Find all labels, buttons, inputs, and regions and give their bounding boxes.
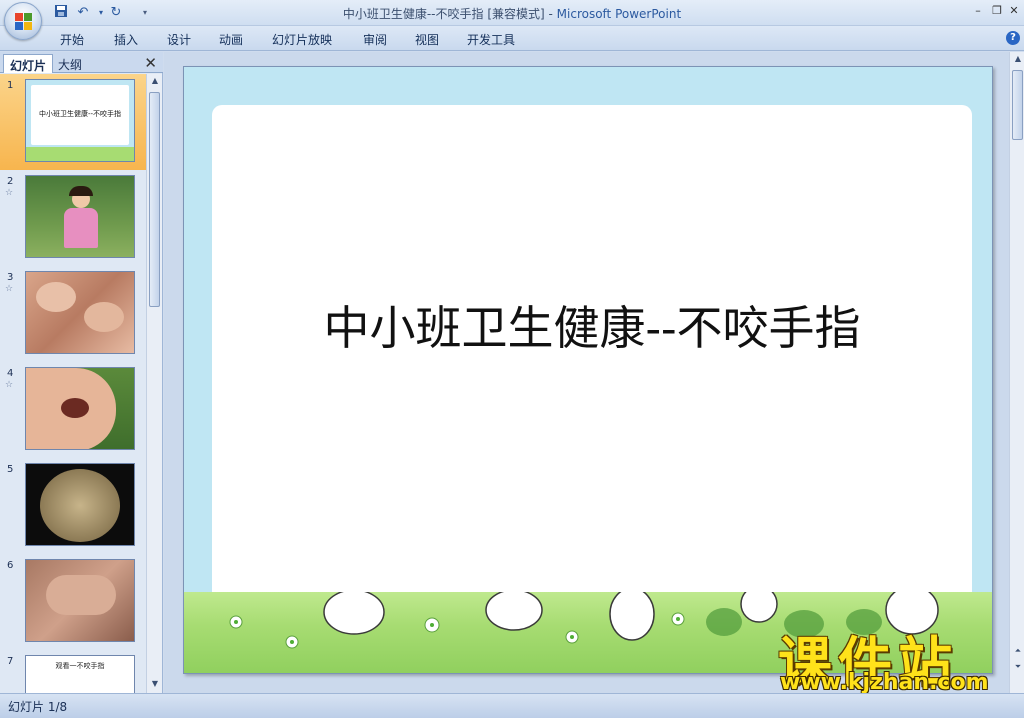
thumbnail-number: 7 — [7, 656, 14, 667]
slide-editing-area: 中小班卫生健康--不咬手指 — [164, 52, 1009, 693]
thumbnail-4[interactable]: 4 ☆ — [0, 362, 146, 458]
thumbnail-image — [25, 463, 135, 546]
minimize-icon[interactable]: – — [970, 3, 986, 19]
help-icon[interactable]: ? — [1006, 31, 1020, 45]
tab-outline[interactable]: 大纲 — [52, 54, 88, 73]
thumbnail-6[interactable]: 6 — [0, 554, 146, 650]
thumbnail-title: 中小班卫生健康--不咬手指 — [38, 110, 122, 118]
scroll-thumb[interactable] — [1012, 70, 1023, 140]
close-panel-icon[interactable]: ✕ — [144, 54, 157, 72]
tab-slides[interactable]: 幻灯片 — [3, 54, 54, 73]
animation-star-icon: ☆ — [5, 188, 14, 198]
tab-slideshow[interactable]: 幻灯片放映 — [272, 31, 332, 48]
office-button[interactable] — [4, 2, 42, 40]
tab-view[interactable]: 视图 — [415, 31, 439, 48]
tab-home[interactable]: 开始 — [60, 31, 84, 48]
thumbnail-number: 2 — [7, 176, 14, 187]
thumbnail-scrollbar[interactable]: ▲ ▼ — [146, 74, 162, 693]
slide-scrollbar[interactable]: ▲ ⏶ ⏷ — [1009, 52, 1024, 693]
previous-slide-icon[interactable]: ⏶ — [1011, 644, 1024, 658]
tab-developer[interactable]: 开发工具 — [467, 31, 515, 48]
scroll-thumb[interactable] — [149, 92, 160, 307]
title-bar: ↶ ▾ ↻ ▾ 中小班卫生健康--不咬手指 [兼容模式] - Microsoft… — [0, 0, 1024, 40]
slides-panel: 幻灯片 大纲 ✕ 1 中小班卫生健康--不咬手指 2 ☆ 3 ☆ 4 ☆ 5 6… — [0, 52, 163, 693]
slide-title[interactable]: 中小班卫生健康--不咬手指 — [212, 292, 972, 358]
thumbnail-image — [25, 559, 135, 642]
window-title: 中小班卫生健康--不咬手指 [兼容模式] - Microsoft PowerPo… — [342, 7, 682, 21]
close-window-icon[interactable]: ✕ — [1006, 3, 1022, 19]
tab-insert[interactable]: 插入 — [114, 31, 138, 48]
thumbnail-3[interactable]: 3 ☆ — [0, 266, 146, 362]
tab-review[interactable]: 审阅 — [363, 31, 387, 48]
thumbnail-list: 1 中小班卫生健康--不咬手指 2 ☆ 3 ☆ 4 ☆ 5 6 7 观看一不咬手… — [0, 74, 146, 693]
thumbnail-image — [25, 175, 135, 258]
scroll-down-icon[interactable]: ▼ — [148, 677, 162, 691]
thumbnail-image — [25, 271, 135, 354]
scroll-up-icon[interactable]: ▲ — [1011, 52, 1024, 66]
slide-canvas[interactable]: 中小班卫生健康--不咬手指 — [183, 66, 993, 674]
status-bar: 幻灯片 1/8 — [0, 693, 1024, 718]
animation-star-icon: ☆ — [5, 380, 14, 390]
restore-icon[interactable]: ❐ — [989, 3, 1005, 19]
thumbnail-2[interactable]: 2 ☆ — [0, 170, 146, 266]
panel-tabs: 幻灯片 大纲 ✕ — [0, 52, 163, 73]
thumbnail-number: 5 — [7, 464, 14, 475]
thumbnail-image: 观看一不咬手指 — [25, 655, 135, 693]
tab-design[interactable]: 设计 — [167, 31, 191, 48]
next-slide-icon[interactable]: ⏷ — [1011, 660, 1024, 674]
thumbnail-image: 中小班卫生健康--不咬手指 — [25, 79, 135, 162]
ribbon-tab-bar: 开始 插入 设计 动画 幻灯片放映 审阅 视图 开发工具 ? — [0, 26, 1024, 51]
thumbnail-image — [25, 367, 135, 450]
office-logo-icon — [15, 13, 33, 31]
watermark-url: www.kjzhan.com — [780, 670, 989, 695]
thumbnail-5[interactable]: 5 — [0, 458, 146, 554]
thumbnail-number: 1 — [7, 80, 14, 91]
thumbnail-title: 观看一不咬手指 — [55, 662, 105, 670]
scroll-up-icon[interactable]: ▲ — [148, 74, 162, 88]
animation-star-icon: ☆ — [5, 284, 14, 294]
tab-animation[interactable]: 动画 — [219, 31, 243, 48]
thumbnail-7[interactable]: 7 观看一不咬手指 — [0, 650, 146, 693]
thumbnail-number: 6 — [7, 560, 14, 571]
thumbnail-number: 3 — [7, 272, 14, 283]
thumbnail-1[interactable]: 1 中小班卫生健康--不咬手指 — [0, 74, 146, 170]
thumbnail-number: 4 — [7, 368, 14, 379]
slide-count: 幻灯片 1/8 — [8, 700, 68, 714]
